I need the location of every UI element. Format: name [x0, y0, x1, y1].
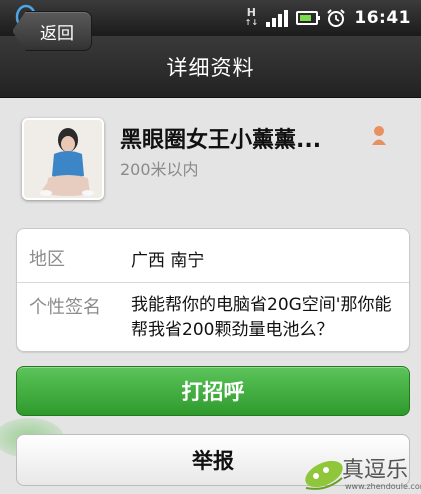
status-time: 16:41	[354, 8, 411, 28]
avatar[interactable]	[22, 118, 104, 200]
signature-label: 个性签名	[29, 297, 101, 318]
signature-row: 个性签名 我能帮你的电脑省20G空间'那你能帮我省200颗劲量电池么？	[17, 283, 409, 353]
battery-level-fill	[300, 15, 311, 21]
distance-label: 200米以内	[120, 160, 199, 179]
region-row: 地区 广西 南宁	[17, 229, 409, 283]
alarm-clock-icon	[327, 9, 346, 27]
greet-button[interactable]: 打招呼	[16, 366, 410, 416]
battery-icon	[296, 11, 321, 25]
region-value: 广西 南宁	[131, 251, 205, 271]
screen: H ↑↓ 16:41 详细资料 返回 黑眼圈女王小薰薰... 200米以内 地区…	[0, 0, 421, 494]
watermark-brand: 真逗乐	[342, 458, 409, 483]
female-gender-icon	[372, 126, 386, 145]
network-type-indicator: H ↑↓	[244, 6, 259, 27]
watermark-url: www.zhendoule.com	[345, 482, 421, 491]
nickname: 黑眼圈女王小薰薰...	[120, 128, 322, 153]
avatar-photo	[24, 120, 102, 198]
status-icons: H ↑↓ 16:41	[244, 0, 411, 36]
region-label: 地区	[29, 249, 65, 270]
signature-value: 我能帮你的电脑省20G空间'那你能帮我省200颗劲量电池么？	[131, 295, 392, 340]
signal-strength-icon	[266, 9, 289, 27]
info-card: 地区 广西 南宁 个性签名 我能帮你的电脑省20G空间'那你能帮我省200颗劲量…	[16, 228, 410, 352]
back-button[interactable]: 返回	[12, 11, 92, 51]
